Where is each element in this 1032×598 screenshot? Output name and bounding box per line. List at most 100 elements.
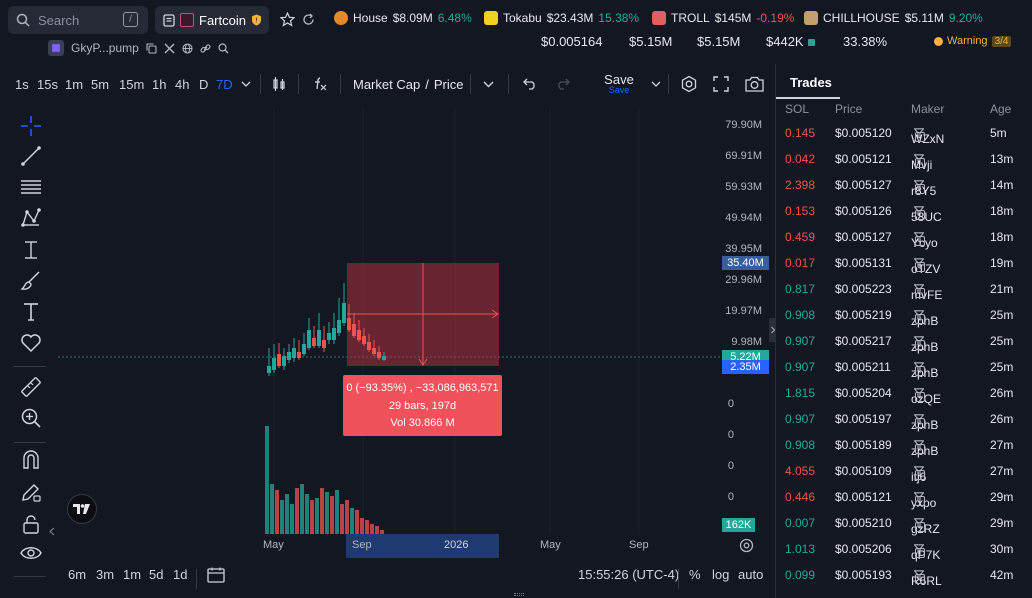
search-icon[interactable] <box>218 42 229 54</box>
trade-row[interactable]: 0.099 $0.005193 R6RL 42m <box>776 562 1032 588</box>
trade-row[interactable]: 0.907 $0.005217 zphB 25m <box>776 328 1032 354</box>
ruler-tool[interactable] <box>18 374 44 400</box>
external-link-icon[interactable] <box>915 340 925 350</box>
external-link-icon[interactable] <box>915 366 925 376</box>
trade-row[interactable]: 1.815 $0.005204 ozQE 26m <box>776 380 1032 406</box>
range-1m[interactable]: 1m <box>123 567 141 582</box>
brush-tool[interactable] <box>18 268 44 294</box>
camera-icon[interactable] <box>745 76 764 92</box>
trade-maker[interactable]: R6RL <box>911 568 942 588</box>
fib-tool[interactable] <box>18 174 44 200</box>
trade-maker[interactable]: itj6 <box>911 464 926 484</box>
external-link-icon[interactable] <box>915 522 925 532</box>
ticker-tokabu[interactable]: Tokabu $23.43M 15.38% <box>484 11 639 25</box>
trade-maker[interactable]: oTZV <box>911 256 940 276</box>
external-link-icon[interactable] <box>915 236 925 246</box>
range-5d[interactable]: 5d <box>149 567 163 582</box>
metric-toggle[interactable]: Market Cap / Price <box>353 77 463 92</box>
trade-row[interactable]: 0.907 $0.005197 zphB 26m <box>776 406 1032 432</box>
zoom-tool[interactable] <box>18 405 44 431</box>
trade-maker[interactable]: gzRZ <box>911 516 940 536</box>
trade-row[interactable]: 0.908 $0.005189 zphB 27m <box>776 432 1032 458</box>
range-6m[interactable]: 6m <box>68 567 86 582</box>
timeframe-1m[interactable]: 1m <box>65 77 83 92</box>
measure-tool[interactable] <box>18 237 44 263</box>
trade-maker[interactable]: Ycyo <box>911 230 938 250</box>
trade-maker[interactable]: zphB <box>911 360 938 380</box>
draw-lock-tool[interactable] <box>18 479 44 505</box>
timeframe-1h[interactable]: 1h <box>152 77 166 92</box>
text-tool[interactable] <box>18 299 44 325</box>
external-link-icon[interactable] <box>915 392 925 402</box>
trade-row[interactable]: 0.907 $0.005211 zphB 25m <box>776 354 1032 380</box>
warning-badge[interactable]: Warning 3/4 <box>934 35 1012 47</box>
trade-row[interactable]: 0.908 $0.005219 zphB 25m <box>776 302 1032 328</box>
trade-maker[interactable]: ozQE <box>911 386 941 406</box>
trade-row[interactable]: 4.055 $0.005109 itj6 27m <box>776 458 1032 484</box>
external-link-icon[interactable] <box>915 548 925 558</box>
x-twitter-icon[interactable] <box>164 43 175 54</box>
chevron-down-icon[interactable] <box>241 81 251 87</box>
col-maker[interactable]: Maker <box>911 102 944 116</box>
trade-maker[interactable]: r8Y5 <box>911 178 936 198</box>
timeframe-d[interactable]: D <box>199 77 208 92</box>
external-link-icon[interactable] <box>915 314 925 324</box>
settings-icon[interactable] <box>739 538 754 553</box>
external-link-icon[interactable] <box>915 184 925 194</box>
trade-maker[interactable]: Mvji <box>911 152 932 172</box>
log-scale-toggle[interactable]: log <box>712 567 729 582</box>
ticker-troll[interactable]: TROLL $145M -0.19% <box>652 11 794 25</box>
settings-gear-icon[interactable] <box>680 75 698 93</box>
globe-icon[interactable] <box>182 42 193 54</box>
percent-scale-toggle[interactable]: % <box>689 567 701 582</box>
external-link-icon[interactable] <box>915 418 925 428</box>
external-link-icon[interactable] <box>915 288 925 298</box>
chart-logo[interactable] <box>67 494 97 524</box>
range-3m[interactable]: 3m <box>96 567 114 582</box>
trade-maker[interactable]: zphB <box>911 308 938 328</box>
lock-tool[interactable] <box>18 511 44 537</box>
trade-row[interactable]: 1.013 $0.005206 qP7K 30m <box>776 536 1032 562</box>
star-icon[interactable] <box>280 12 295 27</box>
link-icon[interactable] <box>200 43 211 54</box>
copy-icon[interactable] <box>146 42 157 54</box>
timeframe-15m[interactable]: 15m <box>119 77 144 92</box>
external-link-icon[interactable] <box>915 470 925 480</box>
trade-row[interactable]: 0.007 $0.005210 gzRZ 29m <box>776 510 1032 536</box>
redo-icon[interactable] <box>556 78 570 90</box>
pattern-tool[interactable] <box>18 205 44 231</box>
chart-pane[interactable]: 79.90M 69.91M 59.93M 49.94M 39.95M 29.96… <box>49 108 770 558</box>
resize-grip[interactable] <box>514 593 524 596</box>
timeframe-7d[interactable]: 7D <box>216 77 233 92</box>
ticker-house[interactable]: House $8.09M 6.48% <box>334 11 472 25</box>
trade-maker[interactable]: zphB <box>911 412 938 432</box>
col-price[interactable]: Price <box>835 102 862 116</box>
ticker-chillhouse[interactable]: CHILLHOUSE $5.11M 9.20% <box>804 11 983 25</box>
trade-row[interactable]: 0.017 $0.005131 oTZV 19m <box>776 250 1032 276</box>
metric-market-cap[interactable]: Market Cap <box>353 77 420 92</box>
trade-maker[interactable]: qP7K <box>911 542 940 562</box>
trade-maker[interactable]: zphB <box>911 438 938 458</box>
trade-row[interactable]: 0.153 $0.005126 58UC 18m <box>776 198 1032 224</box>
external-link-icon[interactable] <box>915 444 925 454</box>
trade-row[interactable]: 0.459 $0.005127 Ycyo 18m <box>776 224 1032 250</box>
chevron-down-icon[interactable] <box>651 81 661 87</box>
magnet-tool[interactable] <box>18 447 44 473</box>
trade-row[interactable]: 0.042 $0.005121 Mvji 13m <box>776 146 1032 172</box>
clock-timezone[interactable]: 15:55:26 (UTC-4) <box>578 567 679 582</box>
auto-scale-toggle[interactable]: auto <box>738 567 763 582</box>
timeframe-1s[interactable]: 1s <box>15 77 29 92</box>
chevron-down-icon[interactable] <box>483 81 494 88</box>
trade-row[interactable]: 2.398 $0.005127 r8Y5 14m <box>776 172 1032 198</box>
trade-row[interactable]: 0.145 $0.005120 WZxN 5m <box>776 120 1032 146</box>
metric-price[interactable]: Price <box>434 77 464 92</box>
trade-row[interactable]: 0.446 $0.005121 yxpo 29m <box>776 484 1032 510</box>
trend-line-tool[interactable] <box>18 143 44 169</box>
crosshair-tool[interactable] <box>18 113 44 139</box>
calendar-range-icon[interactable] <box>207 567 225 583</box>
col-age[interactable]: Age <box>990 102 1011 116</box>
external-link-icon[interactable] <box>915 132 925 142</box>
external-link-icon[interactable] <box>915 158 925 168</box>
indicators-fx-icon[interactable] <box>312 76 328 92</box>
timeframe-15s[interactable]: 15s <box>37 77 58 92</box>
